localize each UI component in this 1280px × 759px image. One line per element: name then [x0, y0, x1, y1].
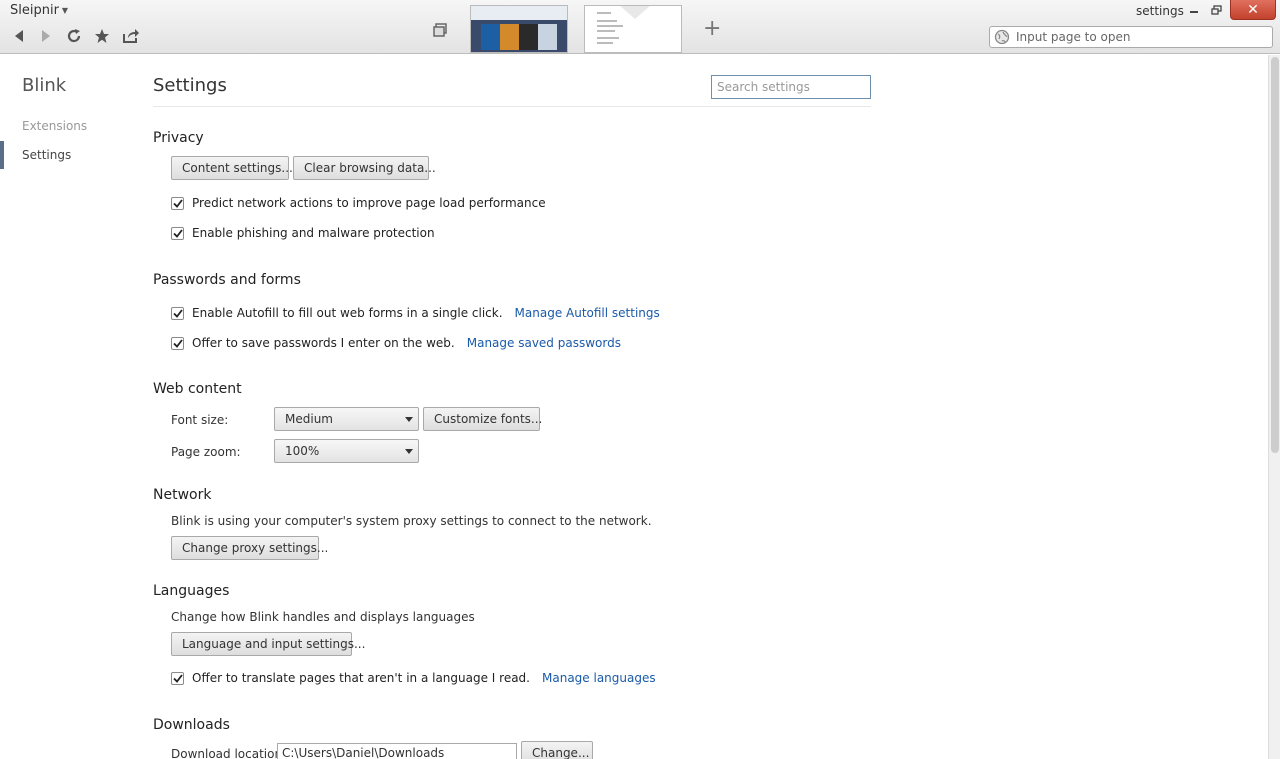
page-title: Settings	[153, 75, 227, 96]
sidebar-active-marker	[0, 141, 4, 169]
translate-row: Offer to translate pages that aren't in …	[171, 671, 656, 685]
sidebar-item-extensions[interactable]: Extensions	[22, 119, 87, 133]
phishing-row: Enable phishing and malware protection	[171, 226, 435, 240]
vertical-scrollbar[interactable]	[1268, 55, 1280, 759]
sidebar-item-settings[interactable]: Settings	[22, 148, 71, 162]
restore-icon	[1210, 5, 1222, 15]
checkmark-icon	[172, 673, 183, 683]
back-arrow-icon	[15, 30, 23, 42]
tab-stack-icon	[433, 23, 447, 37]
page-zoom-value: 100%	[285, 444, 320, 458]
share-button[interactable]	[120, 26, 142, 46]
tab-thumbnail-active[interactable]	[584, 5, 682, 53]
reload-button[interactable]	[63, 26, 85, 46]
manage-autofill-link[interactable]: Manage Autofill settings	[515, 306, 660, 320]
address-input[interactable]	[1016, 30, 1266, 44]
font-size-label: Font size:	[171, 413, 229, 427]
star-icon	[95, 29, 109, 43]
translate-checkbox[interactable]	[171, 671, 184, 685]
tab-list-button[interactable]	[432, 22, 448, 38]
predict-network-row: Predict network actions to improve page …	[171, 196, 546, 210]
checkmark-icon	[172, 228, 183, 238]
clear-browsing-data-button[interactable]: Clear browsing data...	[293, 156, 436, 180]
predict-network-checkbox[interactable]	[171, 196, 184, 210]
predict-network-label: Predict network actions to improve page …	[192, 196, 546, 210]
plus-icon: +	[703, 16, 722, 41]
search-settings-input[interactable]	[711, 75, 871, 99]
network-title: Network	[153, 487, 212, 503]
window-title: settings	[1136, 4, 1184, 18]
save-passwords-row: Offer to save passwords I enter on the w…	[171, 336, 621, 350]
thumbnail-image	[481, 24, 557, 50]
dropdown-arrow-icon	[405, 417, 413, 422]
autofill-row: Enable Autofill to fill out web forms in…	[171, 306, 660, 320]
languages-title: Languages	[153, 583, 230, 599]
browser-toolbar: Sleipnir ▼ + settings ✕	[0, 0, 1280, 54]
font-size-select[interactable]: Medium	[274, 407, 419, 431]
address-bar[interactable]	[989, 26, 1273, 48]
scrollbar-thumb[interactable]	[1271, 57, 1279, 453]
customize-fonts-button[interactable]: Customize fonts...	[423, 407, 542, 431]
reload-icon	[67, 29, 81, 43]
download-location-label: Download location:	[171, 747, 287, 759]
autofill-label: Enable Autofill to fill out web forms in…	[192, 306, 503, 320]
network-description: Blink is using your computer's system pr…	[171, 514, 652, 528]
close-icon: ✕	[1247, 1, 1259, 18]
privacy-title: Privacy	[153, 130, 204, 146]
app-menu[interactable]: Sleipnir ▼	[10, 3, 68, 18]
sidebar: Blink Extensions Settings	[0, 55, 140, 759]
tab-thumbnail-1[interactable]	[470, 5, 568, 53]
manage-languages-link[interactable]: Manage languages	[542, 671, 656, 685]
manage-passwords-link[interactable]: Manage saved passwords	[467, 336, 621, 350]
save-passwords-checkbox[interactable]	[171, 336, 184, 350]
autofill-checkbox[interactable]	[171, 306, 184, 320]
minimize-icon	[1190, 11, 1198, 13]
downloads-title: Downloads	[153, 717, 230, 733]
thumbnail-header	[471, 6, 567, 20]
checkmark-icon	[172, 198, 183, 208]
save-passwords-label: Offer to save passwords I enter on the w…	[192, 336, 455, 350]
bookmark-button[interactable]	[91, 26, 113, 46]
web-content-title: Web content	[153, 381, 242, 397]
change-download-location-button[interactable]: Change...	[521, 741, 593, 759]
phishing-label: Enable phishing and malware protection	[192, 226, 435, 240]
chevron-down-icon: ▼	[61, 6, 69, 15]
active-tab-notch	[619, 6, 651, 19]
close-button[interactable]: ✕	[1230, 0, 1276, 20]
translate-label: Offer to translate pages that aren't in …	[192, 671, 530, 685]
back-button[interactable]	[8, 26, 30, 46]
languages-description: Change how Blink handles and displays la…	[171, 610, 475, 624]
font-size-value: Medium	[285, 412, 333, 426]
title-divider	[153, 106, 871, 107]
language-input-settings-button[interactable]: Language and input settings...	[171, 632, 365, 656]
app-name: Sleipnir	[10, 3, 59, 18]
page-zoom-label: Page zoom:	[171, 445, 241, 459]
phishing-checkbox[interactable]	[171, 226, 184, 240]
checkmark-icon	[172, 308, 183, 318]
download-location-field[interactable]: C:\Users\Daniel\Downloads	[277, 743, 517, 759]
restore-button[interactable]	[1208, 0, 1224, 20]
dropdown-arrow-icon	[405, 449, 413, 454]
content-settings-button[interactable]: Content settings...	[171, 156, 293, 180]
passwords-title: Passwords and forms	[153, 272, 301, 288]
globe-icon	[994, 29, 1010, 45]
forward-arrow-icon	[42, 30, 50, 42]
minimize-button[interactable]	[1186, 0, 1202, 20]
share-icon	[123, 29, 139, 43]
change-proxy-button[interactable]: Change proxy settings...	[171, 536, 328, 560]
sidebar-brand: Blink	[22, 75, 67, 96]
forward-button[interactable]	[35, 26, 57, 46]
page-zoom-select[interactable]: 100%	[274, 439, 419, 463]
checkmark-icon	[172, 338, 183, 348]
new-tab-button[interactable]: +	[703, 18, 721, 40]
